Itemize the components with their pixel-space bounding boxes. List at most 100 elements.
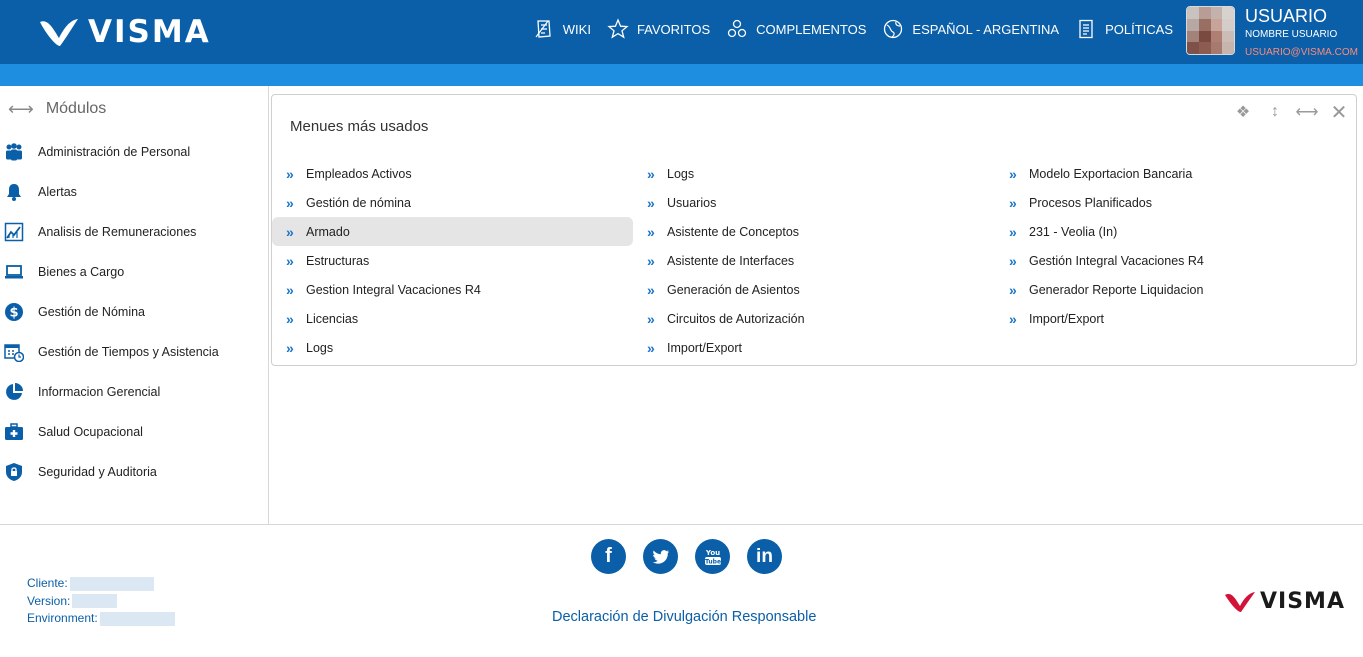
menu-link-label: Usuarios bbox=[667, 195, 717, 210]
nav-complementos-label: COMPLEMENTOS bbox=[756, 21, 867, 37]
menu-link-label: Gestión de nómina bbox=[306, 195, 411, 210]
double-chevron-icon: » bbox=[1009, 281, 1017, 298]
double-chevron-icon: » bbox=[1009, 194, 1017, 211]
move-icon[interactable]: ❖ bbox=[1232, 101, 1254, 123]
menu-link[interactable]: » Import/Export bbox=[995, 304, 1356, 333]
double-chevron-icon: » bbox=[647, 223, 655, 240]
double-chevron-icon: » bbox=[647, 339, 655, 356]
medical-kit-icon bbox=[5, 423, 23, 440]
menu-link[interactable]: » Generación de Asientos bbox=[633, 275, 994, 304]
menu-link-label: Asistente de Interfaces bbox=[667, 253, 795, 268]
sidebar-item-tiempos-asistencia[interactable]: Gestión de Tiempos y Asistencia bbox=[0, 332, 268, 372]
sidebar-header[interactable]: ⟷ Módulos bbox=[0, 86, 268, 132]
menu-link[interactable]: » Procesos Planificados bbox=[995, 188, 1356, 217]
menu-link[interactable]: » Circuitos de Autorización bbox=[633, 304, 994, 333]
responsible-disclosure-link[interactable]: Declaración de Divulgación Responsable bbox=[552, 609, 816, 625]
sidebar-item-label: Alertas bbox=[38, 185, 77, 199]
panel-toolbar: ❖ ↕ ⟷ ✕ bbox=[1232, 101, 1350, 124]
puzzle-icon bbox=[727, 19, 747, 38]
star-icon bbox=[607, 18, 629, 39]
menu-link-label: Import/Export bbox=[1029, 311, 1105, 326]
user-email: USUARIO@VISMA.COM bbox=[1245, 47, 1358, 58]
double-chevron-icon: » bbox=[286, 252, 294, 269]
menu-link[interactable]: » Empleados Activos bbox=[272, 159, 633, 188]
avatar[interactable] bbox=[1186, 6, 1235, 55]
double-chevron-icon: » bbox=[286, 281, 294, 298]
menu-link[interactable]: » Usuarios bbox=[633, 188, 994, 217]
version-row: Version: bbox=[27, 593, 175, 611]
sidebar-item-analisis-remuneraciones[interactable]: Analisis de Remuneraciones bbox=[0, 212, 268, 252]
user-name: USUARIO bbox=[1245, 6, 1328, 26]
menu-link[interactable]: » Import/Export bbox=[633, 333, 994, 362]
sidebar-item-informacion-gerencial[interactable]: Informacion Gerencial bbox=[0, 372, 268, 412]
sidebar-item-label: Bienes a Cargo bbox=[38, 265, 125, 279]
menu-link[interactable]: » 231 - Veolia (In) bbox=[995, 217, 1356, 246]
nav-complementos[interactable]: COMPLEMENTOS bbox=[726, 18, 866, 40]
menu-link[interactable]: » Gestion Integral Vacaciones R4 bbox=[272, 275, 633, 304]
document-icon bbox=[1079, 19, 1093, 39]
visma-logo[interactable]: VISMA bbox=[38, 14, 211, 50]
user-menu[interactable]: USUARIO NOMBRE USUARIO USUARIO@VISMA.COM bbox=[1186, 6, 1358, 58]
svg-text:$: $ bbox=[9, 306, 18, 321]
double-chevron-icon: » bbox=[647, 281, 655, 298]
environment-info: Cliente: Version: Environment: bbox=[27, 575, 175, 628]
top-navigation: WIKI FAVORITOS COMPLEMENTOS ESPAÑOL - AR… bbox=[533, 18, 1173, 40]
menu-link[interactable]: » Modelo Exportacion Bancaria bbox=[995, 159, 1356, 188]
menu-link[interactable]: » Logs bbox=[272, 333, 633, 362]
environment-value-redacted bbox=[99, 611, 175, 626]
sidebar-item-label: Salud Ocupacional bbox=[38, 425, 143, 439]
menu-link[interactable]: » Gestión Integral Vacaciones R4 bbox=[995, 246, 1356, 275]
nav-wiki[interactable]: WIKI bbox=[533, 18, 591, 40]
resize-vertical-icon[interactable]: ↕ bbox=[1264, 101, 1286, 123]
sidebar-item-salud-ocupacional[interactable]: Salud Ocupacional bbox=[0, 412, 268, 452]
nav-language-label: ESPAÑOL - ARGENTINA bbox=[912, 21, 1060, 37]
double-chevron-icon: » bbox=[647, 252, 655, 269]
nav-politicas[interactable]: POLÍTICAS bbox=[1075, 18, 1173, 40]
twitter-icon[interactable] bbox=[643, 539, 678, 574]
globe-icon bbox=[884, 19, 903, 39]
menu-link[interactable]: » Estructuras bbox=[272, 246, 633, 275]
double-chevron-icon: » bbox=[1009, 310, 1017, 327]
facebook-icon[interactable]: f bbox=[591, 539, 626, 574]
visma-swoosh-icon bbox=[1225, 591, 1255, 612]
svg-text:You: You bbox=[704, 549, 719, 557]
footer-brand-name: VISMA bbox=[1260, 589, 1345, 614]
menu-link-label: Asistente de Conceptos bbox=[667, 224, 800, 239]
pie-chart-icon bbox=[6, 383, 23, 400]
sidebar-item-bienes-cargo[interactable]: Bienes a Cargo bbox=[0, 252, 268, 292]
sidebar-item-alertas[interactable]: Alertas bbox=[0, 172, 268, 212]
double-chevron-icon: » bbox=[1009, 252, 1017, 269]
menu-column-3: » Modelo Exportacion Bancaria » Procesos P… bbox=[995, 159, 1356, 333]
sidebar-title: Módulos bbox=[45, 100, 107, 117]
sidebar-item-seguridad-auditoria[interactable]: Seguridad y Auditoria bbox=[0, 452, 268, 492]
menu-link[interactable]: » Licencias bbox=[272, 304, 633, 333]
menu-link-label: 231 - Veolia (In) bbox=[1029, 224, 1118, 239]
nav-language[interactable]: ESPAÑOL - ARGENTINA bbox=[882, 18, 1059, 40]
environment-label: Environment: bbox=[27, 611, 98, 625]
version-value-redacted bbox=[72, 594, 118, 609]
resize-horizontal-icon[interactable]: ⟷ bbox=[1296, 101, 1319, 123]
menu-link-label: Import/Export bbox=[667, 340, 743, 355]
close-icon[interactable]: ✕ bbox=[1328, 101, 1350, 124]
menu-link[interactable]: » Gestión de nómina bbox=[272, 188, 633, 217]
menu-link[interactable]: » Asistente de Interfaces bbox=[633, 246, 994, 275]
sub-header-bar bbox=[0, 64, 1363, 86]
footer-visma-logo: VISMA bbox=[1224, 589, 1345, 614]
double-chevron-icon: » bbox=[286, 310, 294, 327]
menu-link-highlighted[interactable]: » Armado bbox=[272, 217, 633, 246]
menu-link[interactable]: » Logs bbox=[633, 159, 994, 188]
menu-link[interactable]: » Asistente de Conceptos bbox=[633, 217, 994, 246]
sidebar-item-gestion-nomina[interactable]: $ Gestión de Nómina bbox=[0, 292, 268, 332]
most-used-menus-panel: Menues más usados ❖ ↕ ⟷ ✕ » Empleados Act… bbox=[271, 94, 1357, 366]
double-chevron-icon: » bbox=[1009, 165, 1017, 182]
youtube-icon[interactable]: You Tube bbox=[695, 539, 730, 574]
menu-link-label: Licencias bbox=[306, 311, 359, 326]
sidebar-item-administracion-personal[interactable]: Administración de Personal bbox=[0, 132, 268, 172]
menu-link[interactable]: » Generador Reporte Liquidacion bbox=[995, 275, 1356, 304]
menu-link-label: Modelo Exportacion Bancaria bbox=[1029, 166, 1193, 181]
nav-favoritos[interactable]: FAVORITOS bbox=[607, 18, 710, 40]
expand-horizontal-icon[interactable]: ⟷ bbox=[8, 99, 34, 120]
menu-link-label: Generación de Asientos bbox=[667, 282, 800, 297]
linkedin-icon[interactable]: in bbox=[747, 539, 782, 574]
client-row: Cliente: bbox=[27, 575, 175, 593]
